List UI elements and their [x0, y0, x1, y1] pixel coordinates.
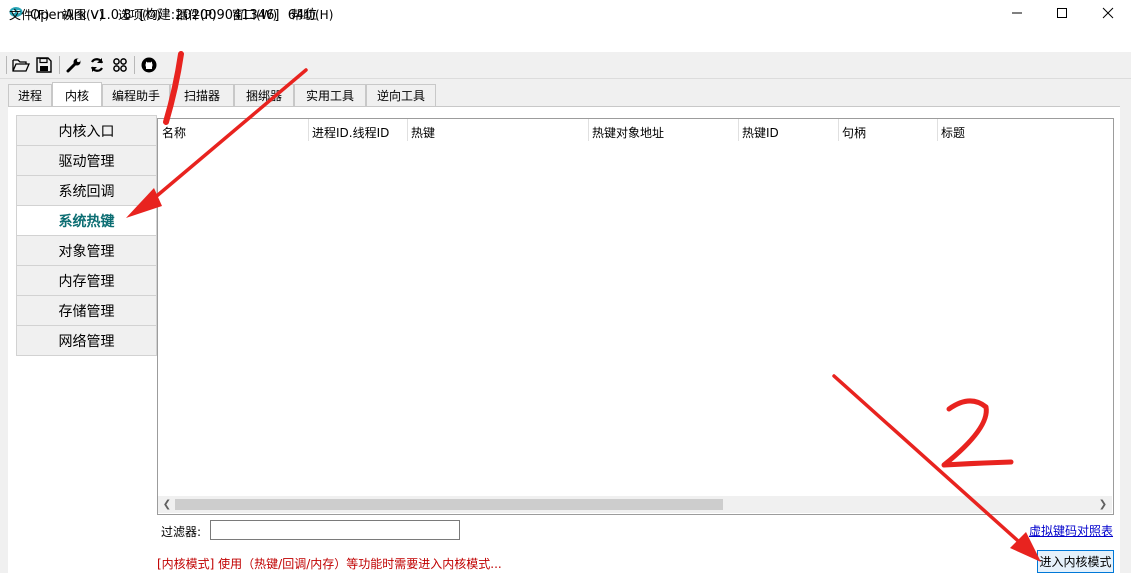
toolbar — [0, 52, 1131, 79]
column-separator[interactable] — [308, 119, 309, 141]
minimize-icon — [1012, 12, 1022, 14]
sidebar-item-memory-manager[interactable]: 内存管理 — [16, 265, 157, 295]
close-icon — [1102, 7, 1114, 19]
scrollbar-thumb[interactable] — [175, 499, 723, 510]
column-separator[interactable] — [738, 119, 739, 141]
tab-bundler[interactable]: 捆绑器 — [234, 84, 294, 106]
enter-kernel-mode-button[interactable]: 进入内核模式 — [1037, 550, 1114, 573]
column-separator[interactable] — [588, 119, 589, 141]
menu-file[interactable]: 文件(F) — [9, 6, 49, 23]
open-folder-icon[interactable] — [11, 55, 31, 75]
sidebar-bottom-border — [16, 355, 157, 356]
column-header-hotkey-id[interactable]: 热键ID — [742, 124, 779, 141]
tab-process[interactable]: 进程 — [8, 84, 52, 106]
minimize-button[interactable] — [994, 0, 1040, 26]
column-header-handle[interactable]: 句柄 — [842, 124, 866, 141]
close-button[interactable] — [1085, 0, 1131, 26]
virtual-key-table-link[interactable]: 虚拟键码对照表 — [1029, 522, 1113, 539]
sidebar-item-storage-manager[interactable]: 存储管理 — [16, 295, 157, 325]
column-header-pid-tid[interactable]: 进程ID.线程ID — [312, 124, 389, 141]
column-separator[interactable] — [838, 119, 839, 141]
github-icon[interactable] — [139, 55, 159, 75]
sidebar-item-driver-manager[interactable]: 驱动管理 — [16, 145, 157, 175]
tab-utilities[interactable]: 实用工具 — [294, 84, 366, 106]
toolbar-separator — [59, 56, 60, 74]
menu-options[interactable]: 选项(O) — [118, 6, 161, 23]
grid-icon[interactable] — [110, 55, 130, 75]
sidebar-item-system-hotkeys[interactable]: 系统热键 — [16, 205, 157, 235]
column-header-hotkey[interactable]: 热键 — [411, 124, 435, 141]
tab-reverse-tools[interactable]: 逆向工具 — [366, 84, 436, 106]
column-header-name[interactable]: 名称 — [162, 124, 186, 141]
toolbar-separator — [6, 56, 7, 74]
column-separator[interactable] — [407, 119, 408, 141]
menu-view[interactable]: 视图(V) — [62, 6, 104, 23]
scroll-left-arrow-icon[interactable]: ❮ — [160, 497, 174, 511]
column-separator[interactable] — [937, 119, 938, 141]
maximize-icon — [1057, 8, 1067, 18]
save-icon[interactable] — [34, 55, 54, 75]
status-message: [内核模式] 使用（热键/回调/内存）等功能时需要进入内核模式... — [157, 557, 502, 571]
tab-coding-helper[interactable]: 编程助手 — [102, 84, 170, 106]
wrench-icon[interactable] — [64, 55, 84, 75]
scroll-right-arrow-icon[interactable]: ❯ — [1096, 497, 1110, 511]
sidebar-item-system-callbacks[interactable]: 系统回调 — [16, 175, 157, 205]
refresh-icon[interactable] — [87, 55, 107, 75]
sidebar-item-kernel-entry[interactable]: 内核入口 — [16, 115, 157, 145]
filter-input[interactable] — [210, 520, 460, 540]
column-header-title[interactable]: 标题 — [941, 124, 965, 141]
toolbar-separator — [134, 56, 135, 74]
menu-help[interactable]: 帮助(H) — [291, 6, 333, 23]
column-header-hotkey-object-address[interactable]: 热键对象地址 — [592, 124, 664, 141]
hotkey-table[interactable] — [157, 118, 1114, 515]
maximize-button[interactable] — [1039, 0, 1085, 26]
tab-kernel[interactable]: 内核 — [52, 82, 102, 108]
sidebar-item-object-manager[interactable]: 对象管理 — [16, 235, 157, 265]
tab-scanner[interactable]: 扫描器 — [170, 84, 234, 106]
filter-label: 过滤器: — [161, 525, 202, 539]
menu-bar — [0, 26, 1131, 52]
sidebar-item-network-manager[interactable]: 网络管理 — [16, 325, 157, 355]
menu-plugins[interactable]: 插件(P) — [176, 6, 217, 23]
menu-window[interactable]: 窗口(W) — [232, 6, 277, 23]
